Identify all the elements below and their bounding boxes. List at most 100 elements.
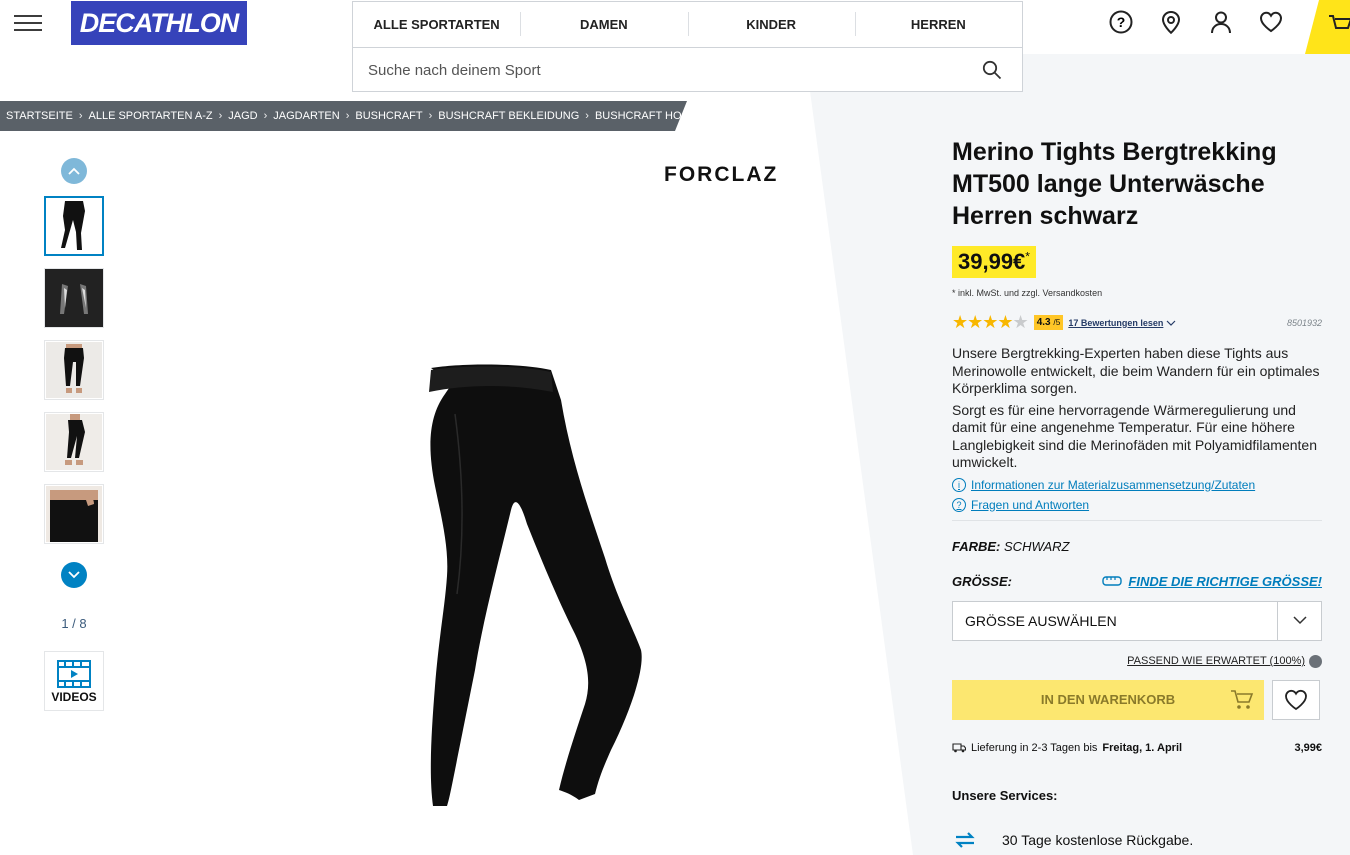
gallery-down-button[interactable] [61,562,87,588]
chevron-right-icon: › [263,110,268,122]
product-price: 39,99€* [952,246,1036,278]
product-reference: 8501932 [1286,317,1322,328]
fit-label: PASSEND WIE ERWARTET (100%) [1127,655,1305,667]
chevron-right-icon: › [78,110,83,122]
size-label: GRÖSSE: [952,573,1012,589]
price-value: 39,99€ [958,249,1026,274]
rating-row: ★★★★★ 4.3 /5 17 Bewertungen lesen 850193… [952,312,1322,333]
breadcrumb-item[interactable]: BUSHCRAFT HOSEN, SHORTS [595,110,756,122]
size-row: GRÖSSE: FINDE DIE RICHTIGE GRÖSSE! [952,574,1322,589]
delivery-date: Freitag, 1. April [1102,741,1183,754]
search-input[interactable]: Suche nach deinem Sport [353,48,1022,92]
size-select-value: GRÖSSE AUSWÄHLEN [965,612,1117,629]
search-placeholder: Suche nach deinem Sport [368,61,541,79]
nav-tab-kinder[interactable]: KINDER [687,2,855,47]
search-icon[interactable] [982,60,1002,80]
size-guide-label: FINDE DIE RICHTIGE GRÖSSE! [1128,573,1322,589]
service-return: 30 Tage kostenlose Rückgabe. [952,827,1322,853]
add-to-cart-button[interactable]: IN DEN WARENKORB [952,679,1264,720]
breadcrumb-item[interactable]: JAGD [228,110,257,122]
decathlon-logo[interactable]: DECATHLON [71,1,247,45]
size-select[interactable]: GRÖSSE AUSWÄHLEN [952,600,1322,641]
add-to-wishlist-button[interactable] [1272,679,1320,720]
thumbnail-gallery: 1 / 8 VIDEOS [40,158,108,711]
buy-row: IN DEN WARENKORB [952,679,1322,720]
brand-logo: FORCLAZ [664,163,779,186]
product-image [429,364,642,806]
chevron-right-icon: › [218,110,223,122]
thumbnail-3[interactable] [44,340,104,400]
price-star: * [1025,249,1030,264]
breadcrumb-item[interactable]: STARTSEITE [6,110,73,122]
breadcrumb-item[interactable]: BUSHCRAFT [355,110,422,122]
truck-icon [952,743,966,753]
color-value: SCHWARZ [1004,538,1070,554]
ruler-icon [1102,576,1123,586]
cart-button[interactable] [1305,0,1350,54]
delivery-cost: 3,99€ [1294,741,1322,754]
vat-note: * inkl. MwSt. und zzgl. Versandkosten [952,288,1103,298]
fit-note[interactable]: PASSEND WIE ERWARTET (100%) [952,654,1322,668]
chevron-down-icon [1309,654,1322,668]
chevron-right-icon: › [585,110,589,122]
nav-tab-alle-sportarten[interactable]: ALLE SPORTARTEN [353,2,520,47]
rating-score-value: 4.3 [1036,317,1051,328]
delivery-prefix: Lieferung in 2-3 Tagen bis [971,741,1098,754]
store-locator-icon[interactable] [1158,9,1184,35]
chevron-down-icon [68,571,80,579]
main-navigation: ALLE SPORTARTEN DAMEN KINDER HERREN Such… [352,1,1023,92]
videos-button[interactable]: VIDEOS [44,651,104,711]
service-return-label: 30 Tage kostenlose Rückgabe. [1002,831,1194,848]
size-guide-link[interactable]: FINDE DIE RICHTIGE GRÖSSE! [1102,574,1322,589]
account-icon[interactable] [1208,9,1234,35]
breadcrumb: STARTSEITE › ALLE SPORTARTEN A-Z › JAGD › J… [0,101,687,131]
faq-link[interactable]: ? Fragen und Antworten [952,497,1322,512]
chevron-down-icon [1277,601,1321,640]
reviews-link[interactable]: 17 Bewertungen lesen [1068,318,1163,328]
heart-icon [1285,689,1307,710]
wishlist-icon[interactable] [1258,9,1284,35]
breadcrumb-item[interactable]: JAGDARTEN [273,110,339,122]
nav-tab-herren[interactable]: HERREN [854,2,1022,47]
rating-stars-icon: ★★★★★ [952,312,1029,332]
videos-label: VIDEOS [51,690,97,704]
cart-icon [1231,689,1254,709]
gallery-up-button[interactable] [61,158,87,184]
svg-text:?: ? [1117,14,1126,30]
chevron-right-icon: › [345,110,350,122]
add-to-cart-label: IN DEN WARENKORB [1040,692,1176,707]
services-title: Unsere Services: [952,787,1058,803]
thumbnail-1[interactable] [44,196,104,256]
color-info: FARBE: SCHWARZ [952,539,1322,554]
rating-scale: /5 [1053,317,1061,327]
breadcrumb-item[interactable]: ALLE SPORTARTEN A-Z [89,110,213,122]
delivery-info: Lieferung in 2-3 Tagen bis Freitag, 1. A… [952,742,1322,754]
info-icon: i [952,477,966,492]
cart-icon [1329,15,1350,29]
product-title: Merino Tights Bergtrekking MT500 lange U… [952,138,1277,230]
chevron-up-icon [68,167,80,175]
product-info: Merino Tights Bergtrekking MT500 lange U… [952,136,1322,853]
return-icon [955,831,975,848]
nav-tab-damen[interactable]: DAMEN [520,2,687,47]
chevron-down-icon [1166,320,1176,326]
description-paragraph: Sorgt es für eine hervorragende Wärmereg… [952,401,1317,471]
thumbnail-4[interactable] [44,412,104,472]
question-icon: ? [952,497,966,512]
description-paragraph: Unsere Bergtrekking-Experten haben diese… [952,345,1320,396]
faq-label: Fragen und Antworten [971,497,1090,512]
thumbnail-5[interactable] [44,484,104,544]
product-description: Unsere Bergtrekking-Experten haben diese… [952,345,1322,472]
gallery-counter: 1 / 8 [61,616,87,631]
divider [952,519,1322,521]
chevron-right-icon: › [428,110,433,122]
header-icons: ? [1108,9,1284,35]
breadcrumb-item[interactable]: BUSHCRAFT BEKLEIDUNG [438,110,579,122]
menu-icon[interactable] [14,15,42,35]
material-info-label: Informationen zur Materialzusammensetzun… [971,477,1256,492]
help-icon[interactable]: ? [1108,9,1134,35]
rating-score: 4.3 /5 [1033,315,1064,330]
thumbnail-2[interactable] [44,268,104,328]
video-icon [57,660,91,688]
material-info-link[interactable]: i Informationen zur Materialzusammensetzu… [952,477,1322,492]
